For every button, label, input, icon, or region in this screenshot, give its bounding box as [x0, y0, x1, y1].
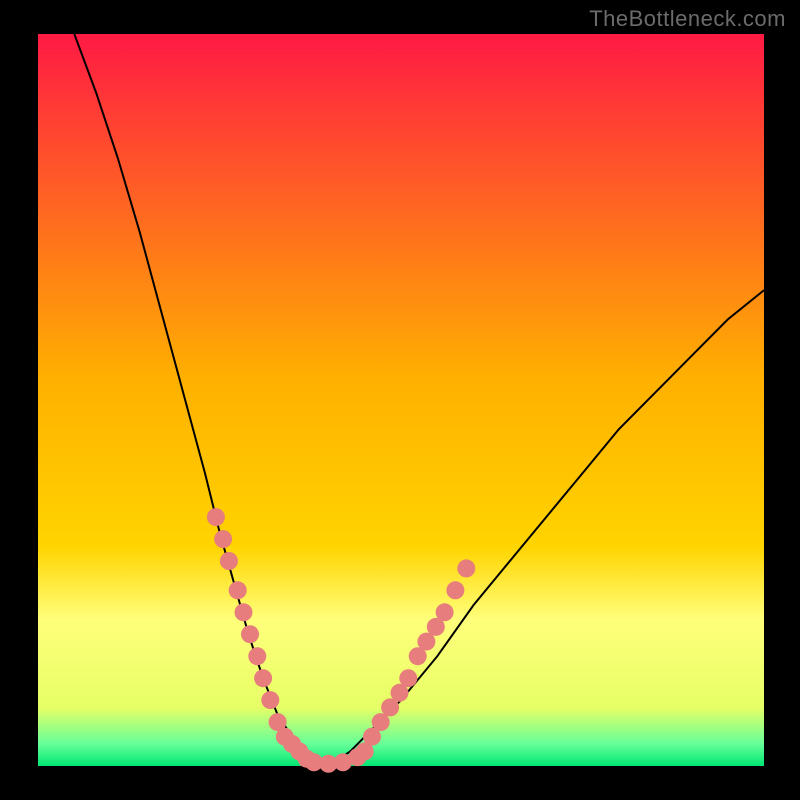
- marker-dot: [241, 625, 259, 643]
- plot-area: [38, 34, 764, 766]
- marker-dot: [457, 559, 475, 577]
- watermark-text: TheBottleneck.com: [589, 6, 786, 32]
- marker-dot: [220, 552, 238, 570]
- marker-dot: [235, 603, 253, 621]
- marker-dot: [248, 647, 266, 665]
- marker-dot: [261, 691, 279, 709]
- marker-dot: [229, 581, 247, 599]
- marker-dot: [214, 530, 232, 548]
- chart-frame: TheBottleneck.com: [0, 0, 800, 800]
- bottleneck-chart: [0, 0, 800, 800]
- marker-dot: [399, 669, 417, 687]
- marker-dot: [436, 603, 454, 621]
- marker-dot: [254, 669, 272, 687]
- marker-dot: [207, 508, 225, 526]
- marker-dot: [446, 581, 464, 599]
